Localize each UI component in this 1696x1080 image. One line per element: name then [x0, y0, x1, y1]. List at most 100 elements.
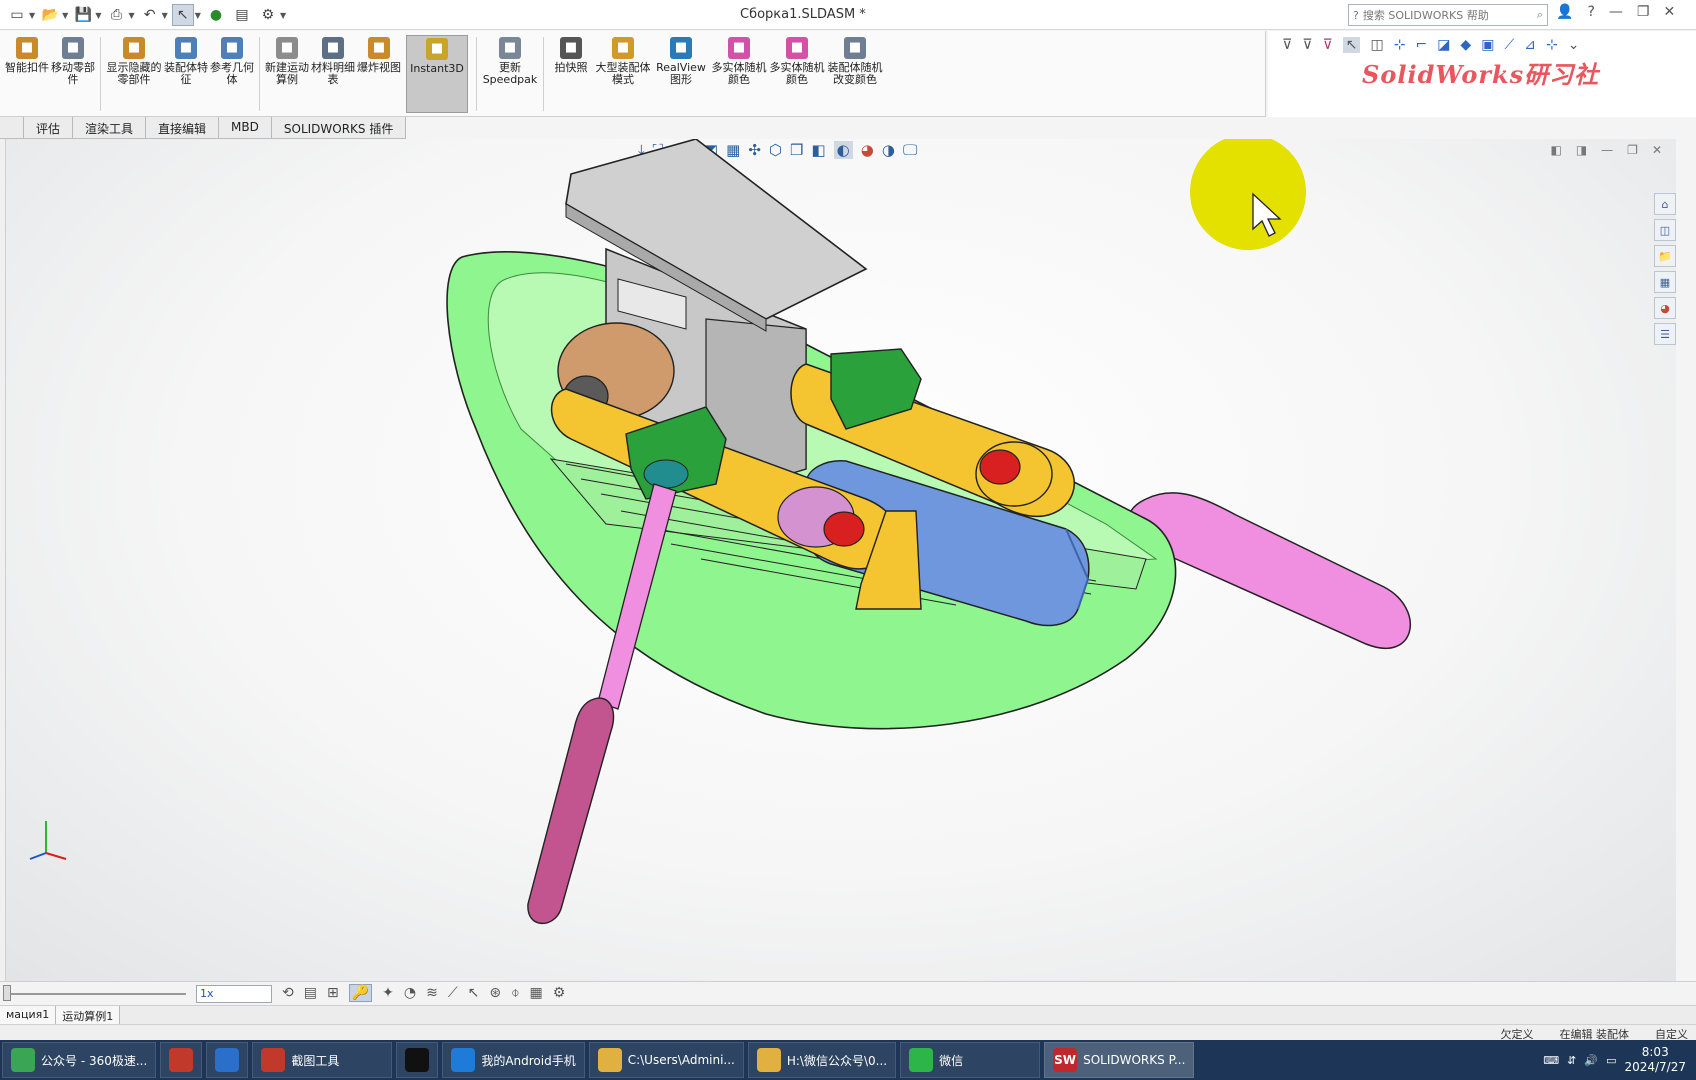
- select-arrow-icon[interactable]: ↖: [171, 4, 194, 26]
- ribbon-button-move-component[interactable]: ■ 移动零部件: [50, 35, 96, 113]
- print-icon[interactable]: ⎙: [105, 4, 127, 26]
- point-filter-icon[interactable]: ⊹: [1546, 37, 1558, 53]
- chevron-down-icon[interactable]: ▼: [29, 11, 35, 20]
- force-icon[interactable]: ↖: [468, 985, 480, 1001]
- gravity-icon[interactable]: ⌽: [511, 985, 519, 1001]
- ribbon-button-bom[interactable]: ■ 材料明细表: [310, 35, 356, 113]
- solid-filter-icon[interactable]: ▣: [1481, 37, 1494, 53]
- ribbon-button-exploded-view[interactable]: ■ 爆炸视图: [356, 35, 402, 113]
- taskbar-item-app[interactable]: [160, 1042, 203, 1078]
- ribbon-button-large-assembly[interactable]: ■ 大型装配体模式: [594, 35, 652, 113]
- add-key-icon[interactable]: ✦: [382, 985, 394, 1001]
- animation-wizard-icon[interactable]: ⊞: [327, 985, 339, 1001]
- tab-motion-study-1[interactable]: 运动算例1: [56, 1006, 121, 1024]
- tab-render-tools[interactable]: 渲染工具: [73, 117, 147, 138]
- restore-icon[interactable]: ❐: [1637, 4, 1650, 20]
- volume-icon[interactable]: 🔊: [1584, 1054, 1598, 1067]
- view-palette-icon[interactable]: ▦: [1654, 271, 1676, 293]
- taskbar-item-browser-360[interactable]: 公众号 - 360极速...: [2, 1042, 157, 1078]
- tab-evaluate[interactable]: 评估: [24, 117, 74, 138]
- chevron-down-icon[interactable]: ▼: [162, 11, 168, 20]
- file-properties-icon[interactable]: ▤: [231, 4, 253, 26]
- taskbar-item-snipping-tool[interactable]: 截图工具: [252, 1042, 393, 1078]
- ribbon-button-realview[interactable]: ■ RealView图形: [652, 35, 710, 113]
- edge-filter-icon[interactable]: ⌐: [1415, 37, 1427, 53]
- filter-select-icon[interactable]: ◫: [1370, 37, 1383, 53]
- help-search-input[interactable]: ? 搜索 SOLIDWORKS 帮助 ⌕: [1348, 4, 1548, 26]
- keyboard-icon[interactable]: ⌨: [1543, 1054, 1559, 1067]
- surface-filter-icon[interactable]: ◆: [1460, 37, 1471, 53]
- custom-properties-icon[interactable]: ☰: [1654, 323, 1676, 345]
- ribbon-button-motion-study[interactable]: ■ 新建运动算例: [264, 35, 310, 113]
- file-explorer-icon[interactable]: 📁: [1654, 245, 1676, 267]
- ribbon-button-assembly-feature[interactable]: ■ 装配体特征: [163, 35, 209, 113]
- open-folder-icon[interactable]: 📂: [39, 4, 61, 26]
- filter-icon[interactable]: ⊽: [1282, 37, 1292, 53]
- chevron-down-icon[interactable]: ⌄: [1568, 37, 1580, 53]
- ribbon-button-speedpak[interactable]: ■ 更新Speedpak: [481, 35, 539, 113]
- damper-icon[interactable]: ⟋: [448, 985, 458, 1001]
- ribbon-button-show-hidden[interactable]: ■ 显示隐藏的零部件: [105, 35, 163, 113]
- display-icon[interactable]: ▭: [1606, 1054, 1616, 1067]
- ribbon-button-random-color[interactable]: ■ 多实体随机颜色: [768, 35, 826, 113]
- minimize-icon[interactable]: —: [1609, 4, 1623, 20]
- ribbon-button-instant3d[interactable]: ■ Instant3D: [406, 35, 468, 113]
- taskbar-item-folder[interactable]: C:\Users\Admini...: [588, 1042, 744, 1078]
- contact-icon[interactable]: ⊛: [489, 985, 501, 1001]
- undo-icon[interactable]: ↶: [139, 4, 161, 26]
- ribbon-button-camera[interactable]: ■ 拍快照: [548, 35, 594, 113]
- close-icon[interactable]: ✕: [1663, 4, 1675, 20]
- filter-toolbar-icon[interactable]: ⊽: [1323, 37, 1333, 53]
- options-gear-icon[interactable]: ⚙: [257, 4, 279, 26]
- timeline-slider[interactable]: [6, 993, 186, 995]
- tab-solidworks-addins[interactable]: SOLIDWORKS 插件: [271, 117, 407, 138]
- new-file-icon[interactable]: ▭: [6, 4, 28, 26]
- taskbar-item-phone[interactable]: 我的Android手机: [442, 1042, 585, 1078]
- filter-icon[interactable]: ⊽: [1302, 37, 1312, 53]
- loop-icon[interactable]: ⟲: [282, 985, 294, 1001]
- search-icon[interactable]: ⌕: [1537, 8, 1543, 22]
- tab-collapsed[interactable]: [0, 117, 24, 138]
- chevron-down-icon[interactable]: ▼: [195, 11, 201, 20]
- save-animation-icon[interactable]: ▤: [304, 985, 317, 1001]
- taskbar-item-wechat[interactable]: 微信: [900, 1042, 1041, 1078]
- ribbon-button-fastener[interactable]: ■ 智能扣件: [4, 35, 50, 113]
- timeline-slider-handle[interactable]: [3, 985, 11, 1001]
- plane-filter-icon[interactable]: ⊿: [1524, 37, 1536, 53]
- face-filter-icon[interactable]: ◪: [1437, 37, 1450, 53]
- vertex-filter-icon[interactable]: ⊹: [1394, 37, 1406, 53]
- ribbon-button-reference-geometry[interactable]: ■ 参考几何体: [209, 35, 255, 113]
- motor-icon[interactable]: ◔: [404, 985, 416, 1001]
- chevron-down-icon[interactable]: ▼: [128, 11, 134, 20]
- chevron-down-icon[interactable]: ▼: [280, 11, 286, 20]
- taskbar-item-solidworks[interactable]: SW SOLIDWORKS P...: [1044, 1042, 1195, 1078]
- ribbon-button-random-color[interactable]: ■ 多实体随机颜色: [710, 35, 768, 113]
- motion-properties-icon[interactable]: ⚙: [553, 985, 566, 1001]
- home-icon[interactable]: ⌂: [1654, 193, 1676, 215]
- tab-mbd[interactable]: MBD: [219, 117, 272, 138]
- taskbar-item-folder[interactable]: H:\微信公众号\0...: [747, 1042, 897, 1078]
- system-clock[interactable]: 8:03 2024/7/27: [1624, 1045, 1686, 1075]
- tab-direct-edit[interactable]: 直接编辑: [146, 117, 220, 138]
- boat-assembly-model[interactable]: [6, 139, 1676, 981]
- chevron-down-icon[interactable]: ▼: [62, 11, 68, 20]
- save-icon[interactable]: 💾: [72, 4, 94, 26]
- design-library-icon[interactable]: ◫: [1654, 219, 1676, 241]
- taskbar-item-windows[interactable]: [206, 1042, 249, 1078]
- tab-animation[interactable]: мация1: [0, 1006, 57, 1024]
- rebuild-icon[interactable]: ●: [205, 4, 227, 26]
- select-arrow-icon[interactable]: ↖: [1342, 37, 1361, 53]
- ribbon-button-assembly-color[interactable]: ■ 装配体随机改变颜色: [826, 35, 884, 113]
- results-icon[interactable]: ▦: [530, 985, 543, 1001]
- axis-filter-icon[interactable]: ⟋: [1504, 37, 1514, 53]
- chevron-down-icon[interactable]: ▼: [95, 11, 101, 20]
- autokey-icon[interactable]: 🔑: [348, 984, 373, 1002]
- taskbar-item-record[interactable]: [396, 1042, 439, 1078]
- help-icon[interactable]: ?: [1587, 4, 1594, 20]
- user-icon[interactable]: 👤: [1556, 4, 1573, 20]
- playback-speed-select[interactable]: 1x: [196, 985, 272, 1003]
- spring-icon[interactable]: ≋: [426, 985, 438, 1001]
- graphics-area[interactable]: ⤓ ⛶ ⌕ ⌕ ◩ ▦ ✣ ⬡ ❒ ◧ ◐ ◕ ◑ 🖵 ◧ ◨ — ❐ ✕: [6, 139, 1676, 981]
- network-icon[interactable]: ⇵: [1567, 1054, 1576, 1067]
- appearances-icon[interactable]: ◕: [1654, 297, 1676, 319]
